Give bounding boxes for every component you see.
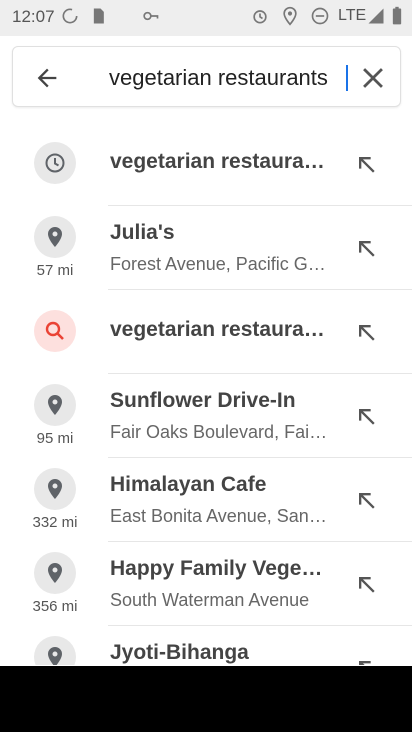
network-type: LTE: [338, 7, 367, 24]
back-arrow-icon[interactable]: [33, 64, 61, 92]
suggestion-title: Julia's: [110, 221, 175, 244]
fill-query-arrow-icon[interactable]: [352, 234, 380, 262]
distance-label: 57 mi: [36, 262, 74, 279]
distance-label: 356 mi: [32, 598, 78, 615]
data-saver-icon: [62, 8, 78, 24]
fill-query-arrow-icon[interactable]: [352, 570, 380, 598]
suggestion-subtitle: East Bonita Avenue, San Dimas: [110, 506, 330, 526]
suggestion-title: Happy Family Vegetarian: [110, 557, 328, 580]
place-icon: [34, 552, 76, 594]
suggestion-title: Sunflower Drive-In: [110, 389, 296, 412]
suggestion-item[interactable]: vegetarian restaurants: [0, 290, 412, 374]
suggestion-subtitle: Fair Oaks Boulevard, Fair Oaks: [110, 422, 330, 442]
vpn-key-icon: [143, 11, 159, 21]
suggestion-subtitle: South Waterman Avenue: [110, 590, 310, 610]
close-icon[interactable]: [356, 61, 390, 95]
status-time: 12:07: [12, 7, 55, 26]
search-icon: [34, 310, 76, 352]
place-icon: [34, 636, 76, 665]
suggestion-item[interactable]: 332 mi Himalayan Cafe East Bonita Avenue…: [0, 458, 412, 542]
suggestion-title: vegetarian restaurants: [110, 318, 328, 341]
place-icon: [34, 468, 76, 510]
status-bar: 12:07 LTE: [0, 0, 412, 36]
search-bar: vegetarian restaurants: [12, 46, 401, 107]
system-navigation-bar: [0, 666, 412, 732]
suggestion-title: Himalayan Cafe: [110, 473, 267, 496]
fill-query-arrow-icon[interactable]: [352, 654, 380, 665]
do-not-disturb-icon: [311, 7, 329, 25]
suggestion-item[interactable]: Jyoti-Bihanga: [0, 626, 412, 665]
alarm-icon: [253, 10, 267, 24]
distance-label: 95 mi: [36, 430, 74, 447]
distance-label: 332 mi: [32, 514, 78, 531]
suggestion-item[interactable]: 95 mi Sunflower Drive-In Fair Oaks Boule…: [0, 374, 412, 458]
search-input[interactable]: vegetarian restaurants: [109, 62, 349, 94]
suggestion-subtitle: Forest Avenue, Pacific Grove: [110, 254, 330, 274]
suggestion-item[interactable]: vegetarian restaurants: [0, 122, 412, 206]
text-cursor: [346, 65, 348, 91]
suggestion-item[interactable]: 356 mi Happy Family Vegetarian South Wat…: [0, 542, 412, 626]
location-icon: [283, 6, 297, 26]
place-icon: [34, 384, 76, 426]
suggestion-title: vegetarian restaurants: [110, 150, 328, 173]
battery-icon: [392, 6, 402, 25]
fill-query-arrow-icon[interactable]: [352, 486, 380, 514]
fill-query-arrow-icon[interactable]: [352, 318, 380, 346]
suggestion-list: vegetarian restaurants 57 mi Julia's For…: [0, 122, 412, 665]
suggestion-title: Jyoti-Bihanga: [110, 641, 249, 664]
signal-icon: [368, 8, 384, 24]
sd-card-icon: [93, 8, 104, 24]
place-icon: [34, 216, 76, 258]
fill-query-arrow-icon[interactable]: [352, 150, 380, 178]
fill-query-arrow-icon[interactable]: [352, 402, 380, 430]
suggestion-item[interactable]: 57 mi Julia's Forest Avenue, Pacific Gro…: [0, 206, 412, 290]
history-icon: [34, 142, 76, 184]
